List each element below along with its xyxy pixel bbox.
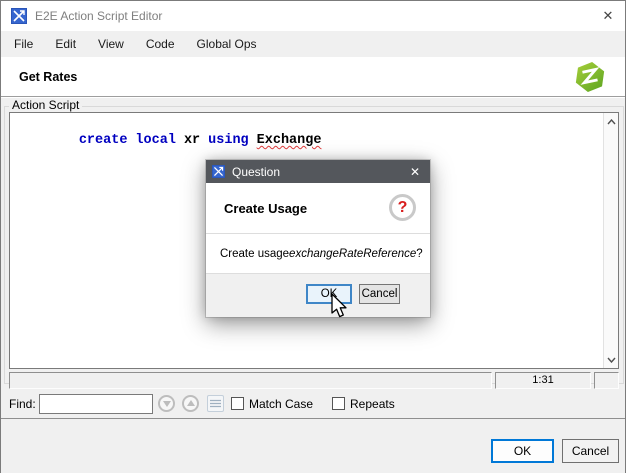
scroll-up-icon[interactable] [604,114,619,129]
dialog-message: Create usage exchangeRateReference? [206,234,430,273]
find-input[interactable] [39,394,153,414]
find-bar: Find: Match Case Repeats [1,390,625,418]
status-cell-corner [594,372,619,389]
code-token-identifier: xr [183,133,201,148]
ok-button[interactable]: OK [491,439,554,463]
code-line: create local xr using Exchange [14,118,322,163]
menu-file[interactable]: File [3,31,44,57]
code-token-keyword: local [135,133,176,148]
question-dialog: Question ✕ Create Usage ? Create usage e… [206,160,430,317]
repeats-label: Repeats [350,397,395,411]
vertical-scrollbar[interactable] [603,113,618,368]
repeats-checkbox[interactable] [332,397,345,410]
dialog-cancel-button[interactable]: Cancel [359,284,400,304]
menu-bar: File Edit View Code Global Ops [1,31,625,57]
app-window: E2E Action Script Editor ✕ File Edit Vie… [0,0,626,473]
menu-code[interactable]: Code [135,31,186,57]
editor-status-bar: 1:31 [9,372,619,389]
match-case-label: Match Case [249,397,314,411]
dialog-heading-row: Create Usage ? [206,183,430,233]
cancel-button[interactable]: Cancel [562,439,619,463]
close-icon[interactable]: ✕ [591,1,625,31]
dialog-button-row: OK Cancel [206,274,430,317]
title-bar: E2E Action Script Editor ✕ [1,1,625,31]
dialog-title: Question [232,164,281,179]
find-previous-icon[interactable] [182,395,199,412]
page-title: Get Rates [19,70,78,84]
find-next-icon[interactable] [158,395,175,412]
dialog-message-suffix: ? [416,247,423,260]
group-label: Action Script [9,98,83,112]
header: Get Rates [1,57,625,97]
dialog-close-icon[interactable]: ✕ [400,160,430,183]
window-title: E2E Action Script Editor [35,9,163,23]
highlight-all-icon[interactable] [207,395,224,412]
dialog-message-emphasis: exchangeRateReference [289,247,417,260]
menu-global-ops[interactable]: Global Ops [186,31,268,57]
menu-view[interactable]: View [87,31,135,57]
dialog-heading: Create Usage [224,201,308,216]
scroll-down-icon[interactable] [604,352,619,367]
match-case-checkbox[interactable] [231,397,244,410]
e2e-logo-icon [575,62,605,92]
footer-bar: OK Cancel [1,418,625,473]
dialog-message-prefix: Create usage [220,247,290,260]
dialog-app-icon [212,165,225,178]
code-token-identifier-misspelled: Exchange [256,133,322,148]
menu-edit[interactable]: Edit [44,31,87,57]
mouse-cursor-icon [331,293,347,318]
question-mark-icon: ? [389,194,416,221]
code-token-keyword: using [208,133,249,148]
dialog-title-bar: Question ✕ [206,160,430,183]
status-cell-empty [9,372,492,389]
app-icon [11,8,27,24]
caret-position: 1:31 [495,372,591,389]
code-token-keyword: create [78,133,128,148]
find-label: Find: [9,397,36,411]
